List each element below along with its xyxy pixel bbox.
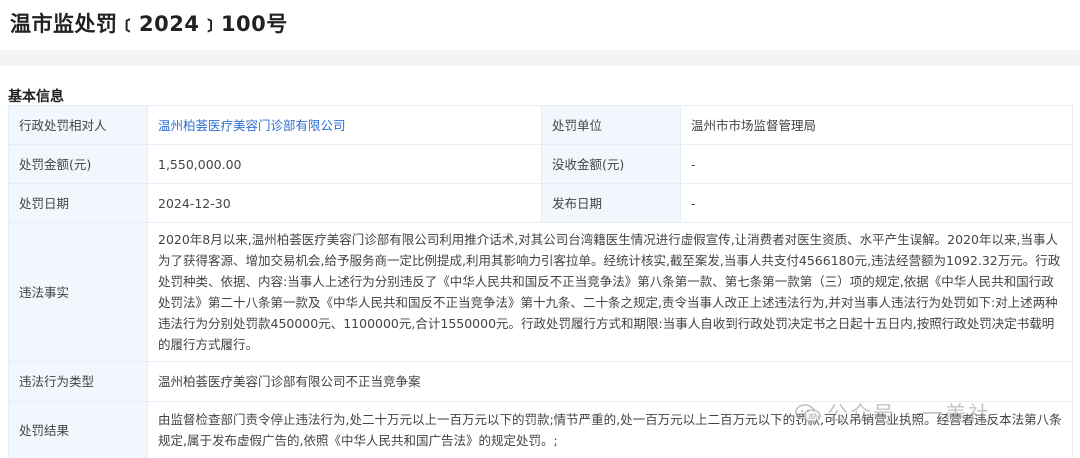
party-value-cell: 温州柏荟医疗美容门诊部有限公司 <box>147 105 542 145</box>
table-row: 违法事实 2020年8月以来,温州柏荟医疗美容门诊部有限公司利用推介话术,对其公… <box>8 222 1073 362</box>
facts-value: 2020年8月以来,温州柏荟医疗美容门诊部有限公司利用推介话术,对其公司台湾籍医… <box>147 222 1073 362</box>
info-table: 行政处罚相对人 温州柏荟医疗美容门诊部有限公司 处罚单位 温州市市场监督管理局 … <box>8 105 1073 458</box>
confiscation-label: 没收金额(元) <box>541 144 681 184</box>
result-value: 由监督检查部门责令停止违法行为,处二十万元以上一百万元以下的罚款;情节严重的,处… <box>147 401 1073 458</box>
table-row: 处罚金额(元) 1,550,000.00 没收金额(元) - <box>8 144 1073 184</box>
table-row: 违法行为类型 温州柏荟医疗美容门诊部有限公司不正当竞争案 <box>8 361 1073 402</box>
page-title: 温市监处罚﹝2024﹞100号 <box>10 12 288 36</box>
party-link[interactable]: 温州柏荟医疗美容门诊部有限公司 <box>158 118 346 133</box>
section-title: 基本信息 <box>8 89 64 105</box>
table-row: 行政处罚相对人 温州柏荟医疗美容门诊部有限公司 处罚单位 温州市市场监督管理局 <box>8 105 1073 145</box>
party-label: 行政处罚相对人 <box>8 105 148 145</box>
type-label: 违法行为类型 <box>8 361 148 402</box>
table-row: 处罚日期 2024-12-30 发布日期 - <box>8 183 1073 223</box>
amount-label: 处罚金额(元) <box>8 144 148 184</box>
facts-label: 违法事实 <box>8 222 148 362</box>
unit-label: 处罚单位 <box>541 105 681 145</box>
amount-value: 1,550,000.00 <box>147 144 542 184</box>
unit-value: 温州市市场监督管理局 <box>680 105 1073 145</box>
table-row: 处罚结果 由监督检查部门责令停止违法行为,处二十万元以上一百万元以下的罚款;情节… <box>8 401 1073 458</box>
publish-label: 发布日期 <box>541 183 681 223</box>
type-value: 温州柏荟医疗美容门诊部有限公司不正当竞争案 <box>147 361 1073 402</box>
publish-value: - <box>680 183 1073 223</box>
confiscation-value: - <box>680 144 1073 184</box>
date-label: 处罚日期 <box>8 183 148 223</box>
header-divider <box>0 50 1080 66</box>
result-label: 处罚结果 <box>8 401 148 458</box>
date-value: 2024-12-30 <box>147 183 542 223</box>
title-bar: 温市监处罚﹝2024﹞100号 <box>0 0 1080 48</box>
